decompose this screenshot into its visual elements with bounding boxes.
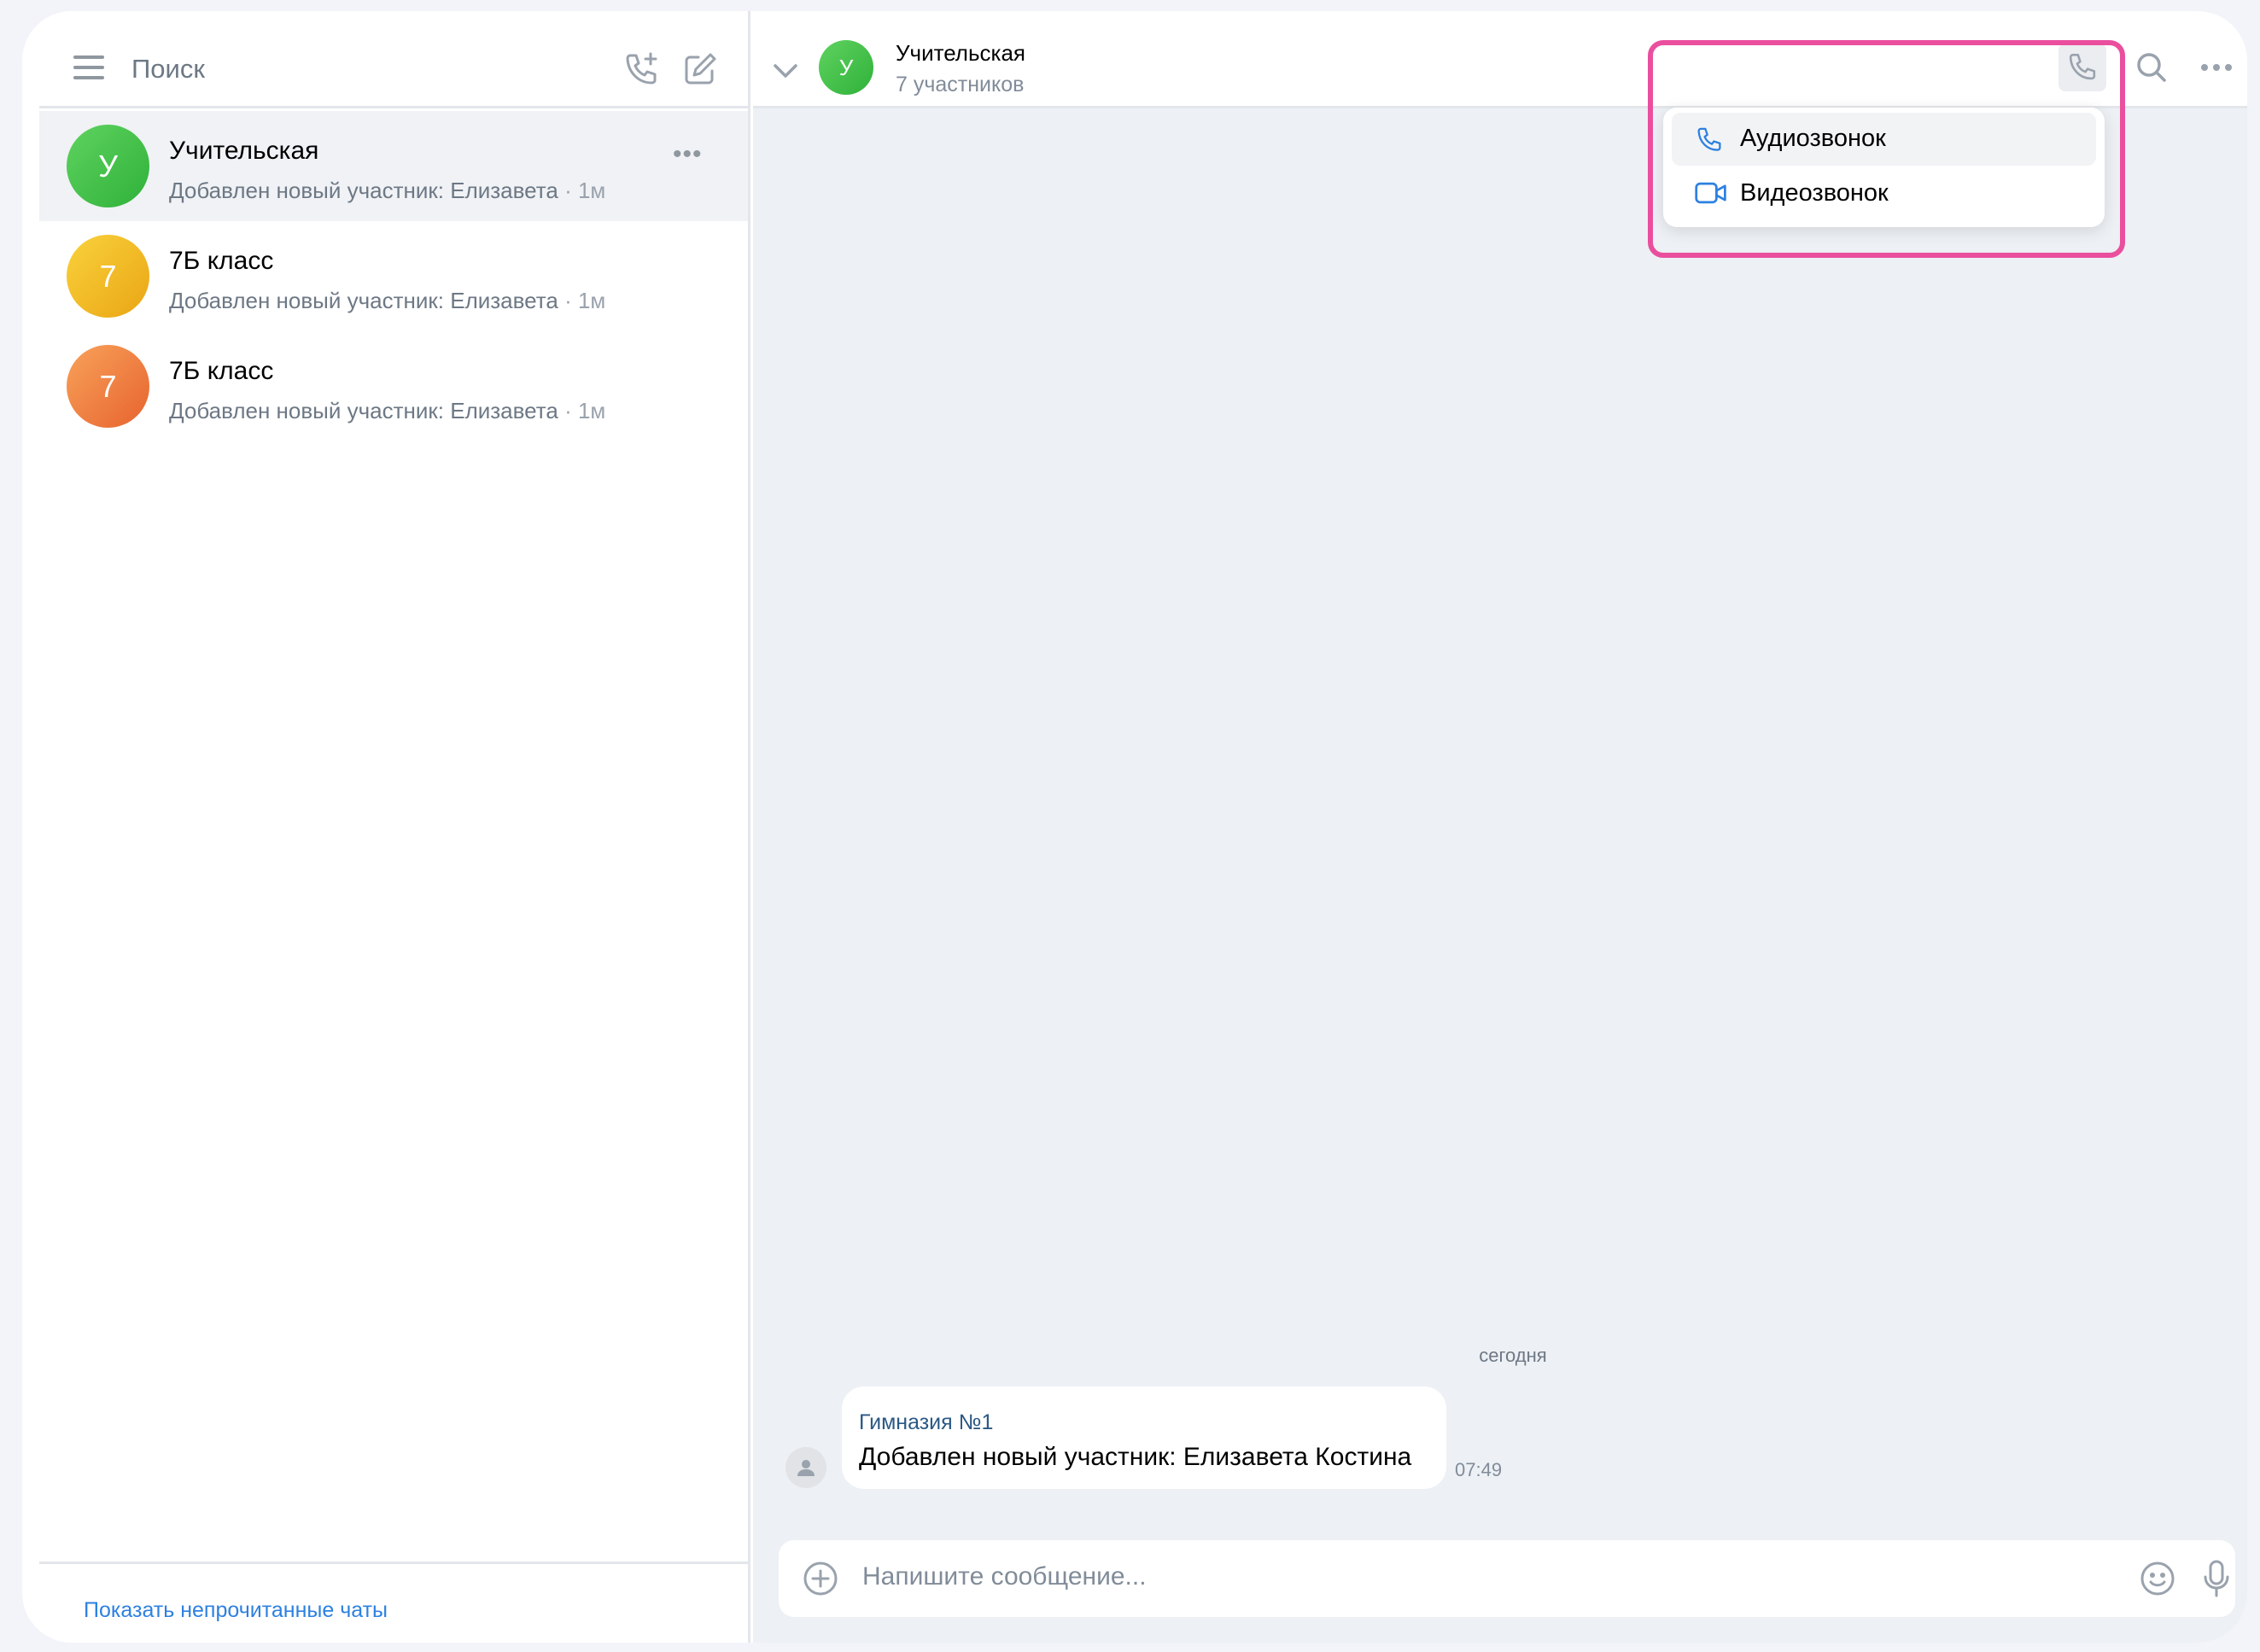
date-separator: сегодня [1479,1345,1547,1366]
chat-more-icon[interactable]: ••• [673,140,703,169]
more-options-button[interactable] [2193,44,2240,91]
user-icon [797,1460,815,1476]
message-bubble[interactable]: Гимназия №1 Добавлен новый участник: Ели… [842,1386,1502,1489]
avatar-letter: 7 [99,368,117,404]
message-sender[interactable]: Гимназия №1 [859,1410,993,1435]
search-button[interactable] [2128,44,2175,91]
message-composer: Напишите сообщение... [779,1540,2235,1617]
microphone-icon[interactable] [2203,1559,2230,1602]
show-unread-link[interactable]: Показать непрочитанные чаты [84,1598,388,1623]
sender-avatar[interactable] [785,1447,826,1488]
avatar: 7 [67,235,149,318]
compose-icon[interactable] [681,50,719,88]
chat-members-count[interactable]: 7 участников [896,73,1024,97]
chat-title[interactable]: Учительская [896,40,1025,67]
chat-avatar[interactable]: У [819,40,873,95]
search-input[interactable]: Поиск [131,54,205,85]
chat-preview-text: Добавлен новый участник: Елизавета [169,288,558,313]
chat-preview: Добавлен новый участник: Елизавета · 1м [169,288,605,314]
search-icon [2137,53,2166,82]
attach-icon[interactable] [803,1561,838,1601]
avatar-letter: У [98,148,118,184]
avatar-letter: У [838,54,854,80]
more-icon [2201,64,2232,71]
chat-time: · 1м [564,398,606,423]
chat-preview: Добавлен новый участник: Елизавета · 1м [169,398,605,424]
emoji-icon[interactable] [2140,1561,2175,1601]
messenger-window: Поиск У Учительская Добавлен новый участ… [22,11,2247,1643]
avatar-letter: 7 [99,258,117,294]
message-input[interactable]: Напишите сообщение... [862,1562,1147,1591]
chat-title: 7Б класс [169,247,274,275]
sidebar-header: Поиск [39,11,748,108]
chat-time: · 1м [564,178,606,203]
add-call-icon[interactable] [623,50,661,88]
message-time: 07:49 [1455,1459,1503,1480]
chat-title: 7Б класс [169,357,274,385]
sidebar: Поиск У Учительская Добавлен новый участ… [39,11,750,1643]
avatar: У [67,125,149,207]
chat-time: · 1м [564,288,606,313]
chat-preview: Добавлен новый участник: Елизавета · 1м [169,178,605,204]
chat-list: У Учительская Добавлен новый участник: Е… [39,111,748,441]
chat-title: Учительская [169,137,319,165]
message-text: Добавлен новый участник: Елизавета Кости… [859,1443,1412,1471]
chevron-down-icon[interactable] [772,62,799,84]
chat-item-7b-class[interactable]: 7 7Б класс Добавлен новый участник: Елиз… [39,221,748,331]
chat-item-uchitelskaya[interactable]: У Учительская Добавлен новый участник: Е… [39,111,748,221]
call-menu-highlight [1648,40,2125,258]
menu-icon[interactable] [73,55,104,81]
chat-item-7b-class-2[interactable]: 7 7Б класс Добавлен новый участник: Елиз… [39,331,748,441]
chat-preview-text: Добавлен новый участник: Елизавета [169,178,558,203]
chat-preview-text: Добавлен новый участник: Елизавета [169,398,558,423]
avatar: 7 [67,345,149,428]
sidebar-footer: Показать непрочитанные чаты [39,1562,748,1643]
